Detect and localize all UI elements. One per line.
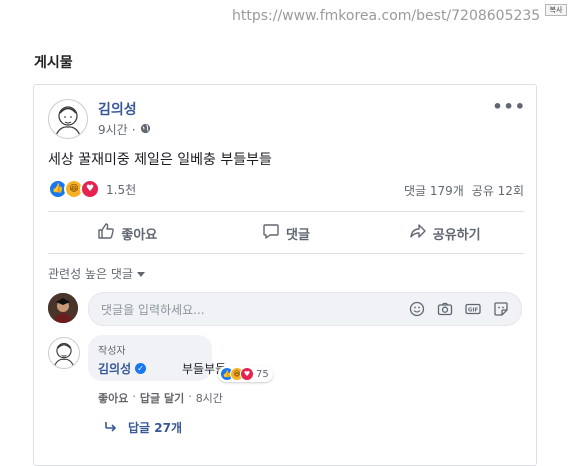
gif-icon[interactable]: GIF bbox=[465, 301, 481, 317]
share-count[interactable]: 공유 12회 bbox=[472, 182, 524, 199]
section-title: 게시물 bbox=[34, 55, 73, 71]
share-button[interactable]: 공유하기 bbox=[365, 215, 524, 251]
share-button-label: 공유하기 bbox=[432, 227, 481, 243]
divider bbox=[48, 211, 524, 212]
comment-input-tools: GIF bbox=[409, 301, 509, 317]
author-role-badge: 작성자 bbox=[98, 346, 126, 357]
view-replies-link[interactable]: 답글 27개 bbox=[104, 419, 182, 436]
copy-url-button[interactable]: 복사 bbox=[545, 4, 567, 16]
comment-reactions[interactable]: 👍 😆 ♥ 75 bbox=[218, 366, 273, 382]
comment-sort-dropdown[interactable]: 관련성 높은 댓글 bbox=[48, 265, 145, 282]
comment-author-avatar[interactable] bbox=[48, 337, 80, 369]
post-reactions[interactable]: 👍 😆 ♥ 1.5천 bbox=[48, 179, 136, 199]
sticker-icon[interactable] bbox=[493, 301, 509, 317]
comment-button[interactable]: 댓글 bbox=[207, 215, 366, 251]
comment-count[interactable]: 댓글 179개 bbox=[404, 182, 464, 199]
post-time[interactable]: 9시간 bbox=[98, 121, 128, 138]
comment-author-name[interactable]: 김의성 ✓ bbox=[98, 360, 147, 377]
share-arrow-icon bbox=[409, 222, 427, 244]
comment-actions: 좋아요 · 답글 달기 · 8시간 bbox=[98, 390, 223, 406]
emoji-icon[interactable] bbox=[409, 301, 425, 317]
speech-bubble-icon bbox=[262, 222, 280, 244]
dot-separator: · bbox=[188, 390, 192, 403]
comment-input[interactable]: 댓글을 입력하세요... GIF bbox=[88, 292, 522, 326]
like-button[interactable]: 좋아요 bbox=[48, 215, 207, 251]
replies-count: 답글 27개 bbox=[128, 421, 182, 435]
comment-bubble: 작성자 김의성 ✓ 부들부들 bbox=[88, 335, 226, 381]
page-url: https://www.fmkorea.com/best/7208605235 bbox=[232, 8, 541, 24]
like-button-label: 좋아요 bbox=[121, 227, 158, 243]
more-options-icon[interactable]: ••• bbox=[492, 97, 526, 116]
comment-time[interactable]: 8시간 bbox=[196, 390, 223, 406]
thumbs-up-icon bbox=[97, 222, 115, 244]
verified-badge-icon: ✓ bbox=[135, 363, 147, 374]
divider bbox=[48, 253, 524, 254]
comment-like-link[interactable]: 좋아요 bbox=[98, 390, 128, 406]
love-reaction-icon: ♥ bbox=[80, 179, 100, 199]
comment-reaction-count: 75 bbox=[256, 368, 269, 380]
comment-button-label: 댓글 bbox=[286, 227, 310, 243]
post-text: 세상 꿀재미중 제일은 일베충 부들부들 bbox=[48, 152, 272, 168]
post-meta: 9시간 · bbox=[98, 121, 151, 138]
globe-icon bbox=[140, 123, 151, 137]
post-author-name[interactable]: 김의성 bbox=[98, 99, 137, 119]
post-author-avatar[interactable] bbox=[48, 99, 88, 139]
post-actions: 좋아요 댓글 공유하기 bbox=[48, 215, 524, 251]
comment-input-placeholder: 댓글을 입력하세요... bbox=[101, 302, 205, 317]
comment-author-label: 김의성 bbox=[98, 362, 132, 376]
comment-sort-label: 관련성 높은 댓글 bbox=[48, 267, 133, 281]
dot-separator: · bbox=[132, 390, 136, 403]
post-stats: 댓글 179개 공유 12회 bbox=[404, 182, 524, 199]
comment-reply-link[interactable]: 답글 달기 bbox=[140, 390, 184, 406]
current-user-avatar[interactable] bbox=[48, 293, 78, 323]
reaction-count: 1.5천 bbox=[106, 182, 137, 197]
facebook-post-card: 김의성 9시간 · ••• 세상 꿀재미중 제일은 일베충 부들부들 👍 😆 ♥… bbox=[33, 84, 537, 466]
camera-icon[interactable] bbox=[437, 301, 453, 317]
dot-separator: · bbox=[131, 122, 136, 137]
reply-arrow-icon bbox=[104, 421, 118, 435]
love-reaction-icon: ♥ bbox=[240, 367, 254, 381]
svg-text:GIF: GIF bbox=[468, 308, 479, 314]
caret-down-icon bbox=[136, 267, 145, 281]
